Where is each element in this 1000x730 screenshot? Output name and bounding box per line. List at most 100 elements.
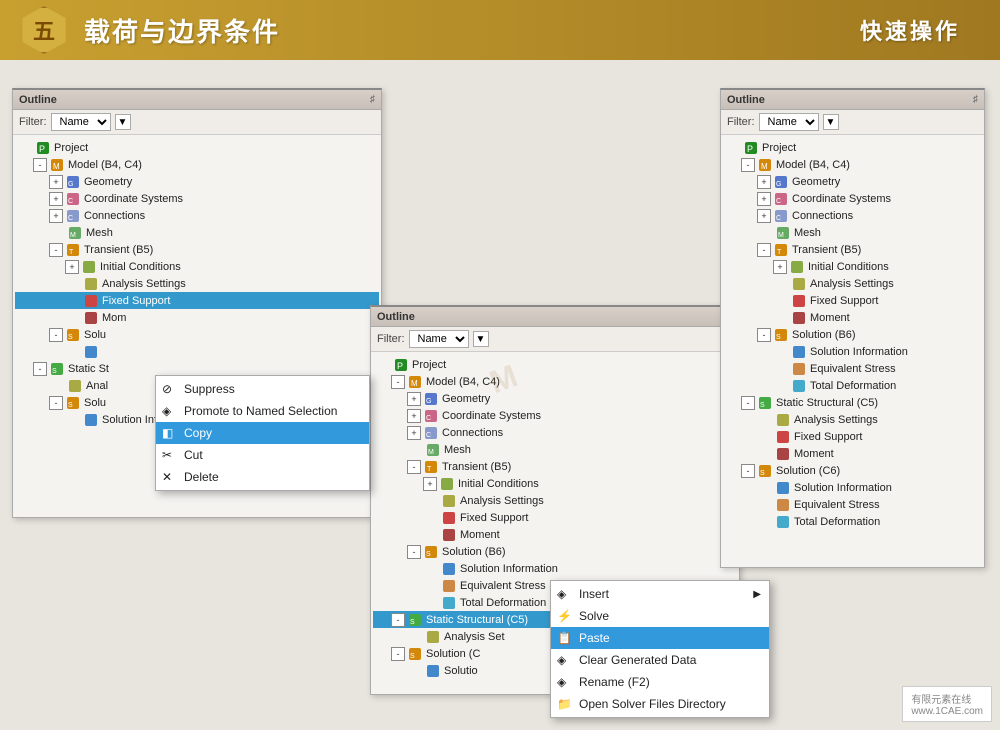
panel1-filter-select[interactable]: Name xyxy=(51,113,111,131)
tree-item-r14[interactable]: Equivalent Stress xyxy=(723,360,982,377)
tree-item-r18[interactable]: Fixed Support xyxy=(723,428,982,445)
tree-item-p13[interactable] xyxy=(15,343,379,360)
tree-item-r11[interactable]: Moment xyxy=(723,309,982,326)
tree-item-q7[interactable]: -TTransient (B5) xyxy=(373,458,737,475)
context-item-clear-generated-data[interactable]: ◈Clear Generated Data xyxy=(551,649,769,671)
expand-btn-p2[interactable]: - xyxy=(33,158,47,172)
tree-item-r5[interactable]: +CConnections xyxy=(723,207,982,224)
panel2-filter-icon[interactable]: ▼ xyxy=(473,331,489,347)
expand-btn-r16[interactable]: - xyxy=(741,396,755,410)
panel1-pin[interactable]: ♯ xyxy=(370,94,375,105)
tree-label-q11: Moment xyxy=(460,529,500,541)
context-item-insert[interactable]: ◈Insert▶ xyxy=(551,583,769,605)
expand-btn-q16[interactable]: - xyxy=(391,613,405,627)
tree-item-p11[interactable]: Mom xyxy=(15,309,379,326)
tree-item-p4[interactable]: +CCoordinate Systems xyxy=(15,190,379,207)
tree-item-p1[interactable]: PProject xyxy=(15,139,379,156)
panel2-title: Outline xyxy=(377,311,415,323)
tree-item-r23[interactable]: Total Deformation xyxy=(723,513,982,530)
tree-item-r20[interactable]: -SSolution (C6) xyxy=(723,462,982,479)
tree-item-r4[interactable]: +CCoordinate Systems xyxy=(723,190,982,207)
context-item-solve[interactable]: ⚡Solve xyxy=(551,605,769,627)
tree-item-p3[interactable]: +GGeometry xyxy=(15,173,379,190)
tree-item-p6[interactable]: MMesh xyxy=(15,224,379,241)
context-item-open-solver-files-directory[interactable]: 📁Open Solver Files Directory xyxy=(551,693,769,715)
expand-btn-q2[interactable]: - xyxy=(391,375,405,389)
tree-item-r9[interactable]: Analysis Settings xyxy=(723,275,982,292)
tree-item-q8[interactable]: +Initial Conditions xyxy=(373,475,737,492)
panel3-filter-select[interactable]: Name xyxy=(759,113,819,131)
tree-item-r2[interactable]: -MModel (B4, C4) xyxy=(723,156,982,173)
tree-item-p5[interactable]: +CConnections xyxy=(15,207,379,224)
expand-btn-p16[interactable]: - xyxy=(49,396,63,410)
tree-item-r6[interactable]: MMesh xyxy=(723,224,982,241)
tree-item-r16[interactable]: -SStatic Structural (C5) xyxy=(723,394,982,411)
tree-item-q5[interactable]: +CConnections xyxy=(373,424,737,441)
tree-item-q10[interactable]: Fixed Support xyxy=(373,509,737,526)
tree-item-p8[interactable]: +Initial Conditions xyxy=(15,258,379,275)
expand-btn-r3[interactable]: + xyxy=(757,175,771,189)
tree-item-p9[interactable]: Analysis Settings xyxy=(15,275,379,292)
expand-btn-p8[interactable]: + xyxy=(65,260,79,274)
expand-btn-r20[interactable]: - xyxy=(741,464,755,478)
expand-btn-p3[interactable]: + xyxy=(49,175,63,189)
context-item-rename-(f2)[interactable]: ◈Rename (F2) xyxy=(551,671,769,693)
context-item-delete[interactable]: ✕Delete xyxy=(156,466,369,488)
header-right-title: 快速操作 xyxy=(860,14,960,46)
expand-btn-r8[interactable]: + xyxy=(773,260,787,274)
panel3-pin[interactable]: ♯ xyxy=(973,94,978,105)
panel2-filter-select[interactable]: Name xyxy=(409,330,469,348)
expand-btn-q3[interactable]: + xyxy=(407,392,421,406)
expand-btn-r12[interactable]: - xyxy=(757,328,771,342)
context-item-paste[interactable]: 📋Paste xyxy=(551,627,769,649)
tree-item-r13[interactable]: Solution Information xyxy=(723,343,982,360)
expand-btn-p5[interactable]: + xyxy=(49,209,63,223)
expand-btn-p14[interactable]: - xyxy=(33,362,47,376)
tree-item-q13[interactable]: Solution Information xyxy=(373,560,737,577)
tree-item-r12[interactable]: -SSolution (B6) xyxy=(723,326,982,343)
tree-item-r3[interactable]: +GGeometry xyxy=(723,173,982,190)
tree-item-q1[interactable]: PProject xyxy=(373,356,737,373)
context-item-copy[interactable]: ◧Copy xyxy=(156,422,369,444)
expand-btn-q8[interactable]: + xyxy=(423,477,437,491)
context-item-suppress[interactable]: ⊘Suppress xyxy=(156,378,369,400)
tree-item-r22[interactable]: Equivalent Stress xyxy=(723,496,982,513)
expand-btn-p12[interactable]: - xyxy=(49,328,63,342)
tree-item-q4[interactable]: +CCoordinate Systems xyxy=(373,407,737,424)
expand-btn-r7[interactable]: - xyxy=(757,243,771,257)
expand-btn-q12[interactable]: - xyxy=(407,545,421,559)
tree-item-q12[interactable]: -SSolution (B6) xyxy=(373,543,737,560)
tree-item-p10[interactable]: Fixed Support xyxy=(15,292,379,309)
tree-item-r19[interactable]: Moment xyxy=(723,445,982,462)
tree-item-q6[interactable]: MMesh xyxy=(373,441,737,458)
tree-item-r10[interactable]: Fixed Support xyxy=(723,292,982,309)
context-item-cut[interactable]: ✂Cut xyxy=(156,444,369,466)
tree-item-r15[interactable]: Total Deformation xyxy=(723,377,982,394)
tree-item-q2[interactable]: -MModel (B4, C4) xyxy=(373,373,737,390)
expand-btn-r5[interactable]: + xyxy=(757,209,771,223)
tree-item-q9[interactable]: Analysis Settings xyxy=(373,492,737,509)
panel3-filter-icon[interactable]: ▼ xyxy=(823,114,839,130)
tree-item-r17[interactable]: Analysis Settings xyxy=(723,411,982,428)
panel1-filter-icon[interactable]: ▼ xyxy=(115,114,131,130)
expand-btn-p4[interactable]: + xyxy=(49,192,63,206)
tree-item-q11[interactable]: Moment xyxy=(373,526,737,543)
tree-item-r1[interactable]: PProject xyxy=(723,139,982,156)
expand-btn-r4[interactable]: + xyxy=(757,192,771,206)
tree-item-p2[interactable]: -MModel (B4, C4) xyxy=(15,156,379,173)
expand-btn-p7[interactable]: - xyxy=(49,243,63,257)
context-item-promote-to-named-selection[interactable]: ◈Promote to Named Selection xyxy=(156,400,369,422)
tree-item-p7[interactable]: -TTransient (B5) xyxy=(15,241,379,258)
expand-btn-q5[interactable]: + xyxy=(407,426,421,440)
tree-icon-solinfo xyxy=(775,480,791,496)
svg-text:S: S xyxy=(776,334,781,341)
tree-item-q3[interactable]: +GGeometry xyxy=(373,390,737,407)
expand-btn-q4[interactable]: + xyxy=(407,409,421,423)
expand-btn-r2[interactable]: - xyxy=(741,158,755,172)
tree-item-r7[interactable]: -TTransient (B5) xyxy=(723,241,982,258)
expand-btn-q18[interactable]: - xyxy=(391,647,405,661)
tree-item-p12[interactable]: -SSolu xyxy=(15,326,379,343)
tree-item-r21[interactable]: Solution Information xyxy=(723,479,982,496)
expand-btn-q7[interactable]: - xyxy=(407,460,421,474)
tree-item-r8[interactable]: +Initial Conditions xyxy=(723,258,982,275)
